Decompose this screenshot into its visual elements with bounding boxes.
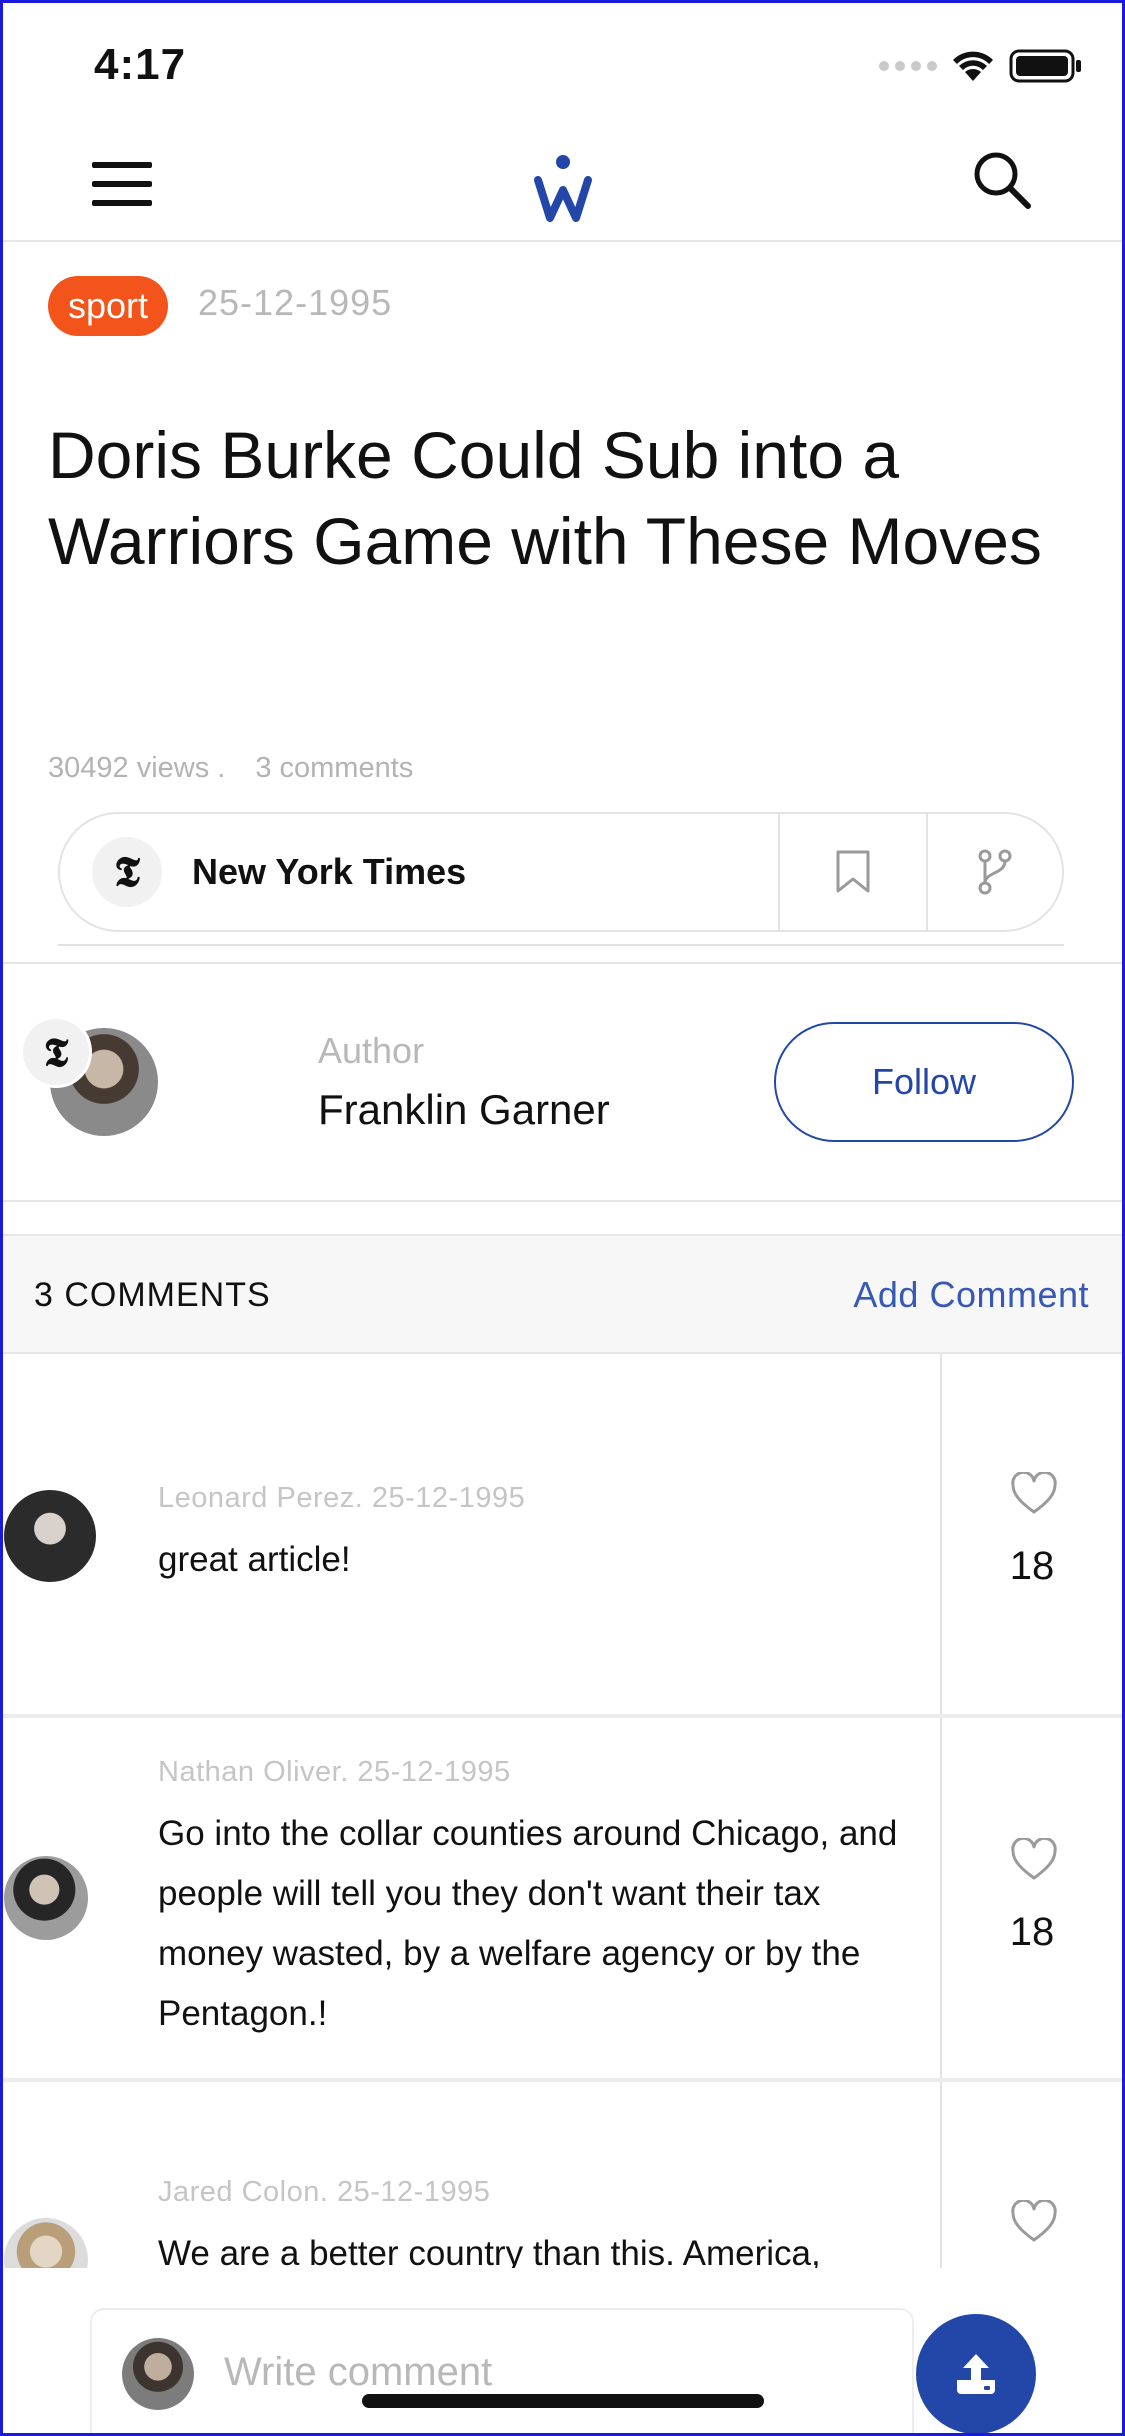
comment-meta: Leonard Perez. 25-12-1995 — [158, 1482, 526, 1514]
category-tag[interactable]: sport — [48, 276, 169, 336]
status-time: 4:17 — [94, 40, 187, 89]
status-bar: 4:17 — [0, 0, 1125, 132]
article-date: 25-12-1995 — [198, 282, 393, 323]
commenter-avatar[interactable] — [4, 1490, 96, 1582]
author-label: Author — [318, 1030, 425, 1071]
branch-icon — [978, 849, 1012, 895]
status-icons — [879, 48, 1083, 84]
source-divider — [58, 944, 1064, 946]
follow-button[interactable]: Follow — [774, 1022, 1074, 1142]
comment-input-box[interactable] — [90, 2308, 914, 2436]
like-count: 18 — [1009, 1910, 1055, 1954]
bookmark-icon — [836, 850, 870, 893]
comment-text: Go into the collar counties around Chica… — [158, 1814, 898, 2033]
author-source-badge: 𝕿 — [20, 1016, 92, 1088]
search-icon[interactable] — [970, 148, 1034, 212]
section-divider — [0, 962, 1125, 964]
comment-row: Nathan Oliver. 25-12-1995 Go into the co… — [0, 1718, 1125, 2082]
battery-icon — [1009, 49, 1081, 83]
upload-button[interactable] — [916, 2314, 1036, 2434]
add-comment-link[interactable]: Add Comment — [853, 1274, 1089, 1316]
comments-heading: 3 COMMENTS — [34, 1276, 271, 1314]
w-logo-icon[interactable] — [532, 146, 594, 228]
section-divider — [0, 1200, 1125, 1202]
signal-icon — [879, 61, 937, 71]
comment-meta: Nathan Oliver. 25-12-1995 — [158, 1756, 511, 1788]
nyt-logo-icon: 𝕿 — [92, 837, 162, 907]
comment-text: great article! — [158, 1540, 351, 1579]
commenter-avatar[interactable] — [4, 1856, 88, 1940]
heart-icon[interactable] — [1010, 2200, 1058, 2244]
upload-icon — [957, 2354, 995, 2394]
user-avatar — [122, 2338, 194, 2410]
comment-composer — [0, 2268, 1125, 2436]
comment-text: We are a better country than this. Ameri… — [158, 2234, 821, 2268]
views-count: 30492 views . — [48, 752, 226, 784]
commenter-avatar[interactable] — [4, 2218, 88, 2268]
top-nav — [0, 132, 1125, 242]
article-stats: 30492 views . 3 comments — [48, 752, 413, 785]
comments-header: 3 COMMENTS Add Comment — [0, 1234, 1125, 1354]
like-panel — [940, 2082, 1125, 2268]
source-name[interactable]: New York Times — [192, 851, 778, 893]
share-button[interactable] — [926, 813, 1062, 931]
hamburger-icon[interactable] — [90, 156, 154, 212]
source-pill[interactable]: 𝕿 New York Times — [58, 812, 1064, 932]
home-indicator[interactable] — [362, 2394, 764, 2408]
comment-row: Leonard Perez. 25-12-1995 great article!… — [0, 1354, 1125, 1718]
author-name[interactable]: Franklin Garner — [318, 1086, 610, 1134]
heart-icon[interactable] — [1010, 1472, 1058, 1516]
comment-row: Jared Colon. 25-12-1995 We are a better … — [0, 2082, 1125, 2268]
like-count: 18 — [1009, 1544, 1055, 1588]
bookmark-button[interactable] — [778, 813, 926, 931]
like-panel: 18 — [940, 1354, 1125, 1714]
heart-icon[interactable] — [1010, 1838, 1058, 1882]
comment-meta: Jared Colon. 25-12-1995 — [158, 2176, 491, 2208]
wifi-icon — [953, 51, 993, 81]
comments-count[interactable]: 3 comments — [255, 752, 413, 785]
like-panel: 18 — [940, 1718, 1125, 2078]
article-title: Doris Burke Could Sub into a Warriors Ga… — [48, 418, 1042, 578]
